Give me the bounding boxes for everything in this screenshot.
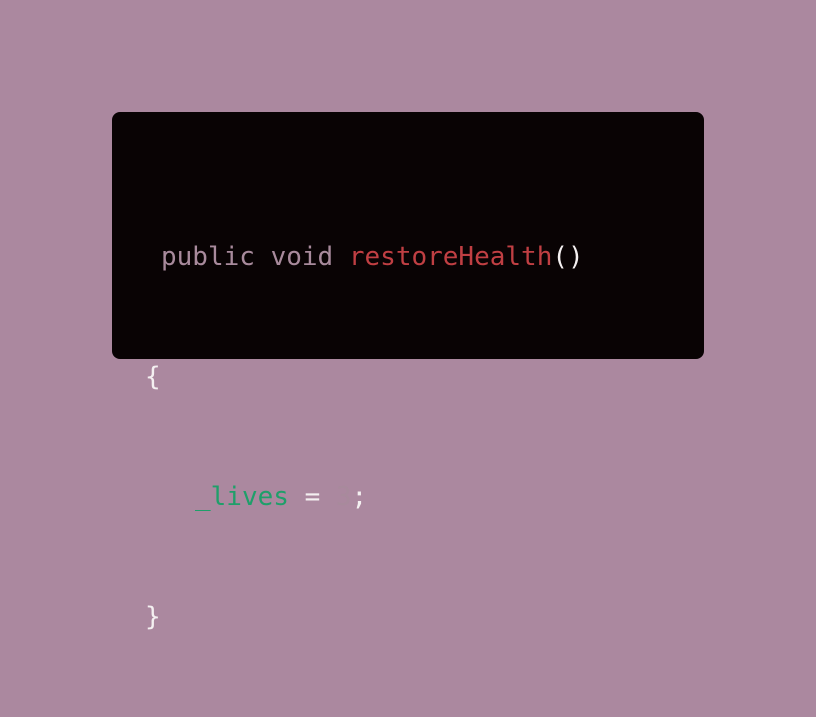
code-line-close-brace: }	[145, 597, 584, 637]
parentheses: ()	[552, 242, 584, 272]
code-line-assignment: _lives = 3;	[145, 477, 584, 517]
semicolon: ;	[351, 482, 368, 512]
variable-name: _lives	[195, 482, 289, 512]
number-literal: 3	[335, 482, 352, 512]
code-block: public void restoreHealth() { _lives = 3…	[145, 157, 584, 717]
keyword-public: public	[161, 242, 255, 272]
close-brace: }	[145, 602, 161, 632]
assignment-operator: =	[304, 482, 321, 512]
function-name: restoreHealth	[348, 242, 553, 272]
keyword-void: void	[270, 242, 334, 272]
code-line-signature: public void restoreHealth()	[145, 237, 584, 277]
code-snippet-card: public void restoreHealth() { _lives = 3…	[112, 112, 704, 632]
code-line-open-brace: {	[145, 357, 584, 397]
open-brace: {	[145, 362, 161, 392]
